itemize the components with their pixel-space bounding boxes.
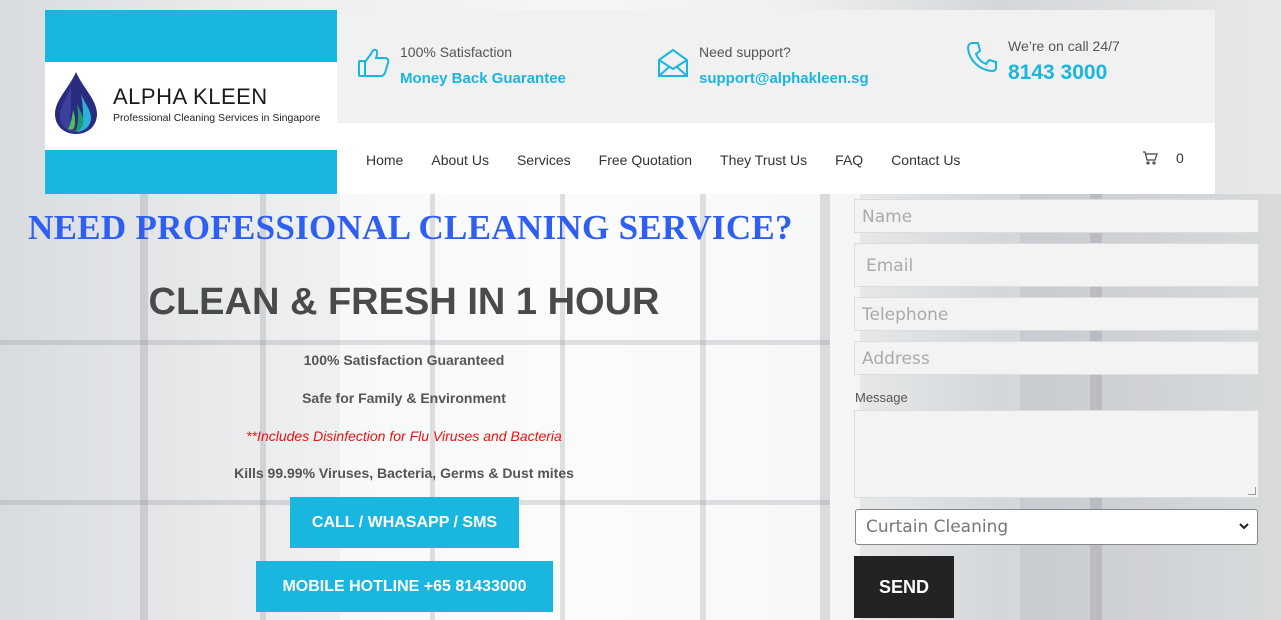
envelope-icon: [658, 48, 688, 77]
satisfaction-label: 100% Satisfaction: [400, 44, 513, 60]
hero-line-kills: Kills 99.99% Viruses, Bacteria, Germs & …: [234, 465, 574, 481]
service-select[interactable]: Curtain Cleaning: [855, 509, 1258, 545]
thumbs-up-icon: [358, 48, 390, 77]
support-label: Need support?: [699, 44, 791, 60]
cart-count: 0: [1176, 150, 1184, 166]
resize-handle-icon[interactable]: [1248, 487, 1256, 495]
name-input[interactable]: Name: [854, 199, 1259, 233]
call-whatsapp-sms-button[interactable]: CALL / WHASAPP / SMS: [290, 497, 519, 548]
nav-contact-us[interactable]: Contact Us: [891, 152, 960, 168]
logo-area[interactable]: ALPHA KLEEN Professional Cleaning Servic…: [45, 10, 337, 194]
nav-services[interactable]: Services: [517, 152, 571, 168]
header-info-bar: 100% Satisfaction Money Back Guarantee N…: [337, 10, 1215, 123]
call-label: We’re on call 24/7: [1008, 38, 1120, 54]
cart-button[interactable]: 0: [1142, 150, 1184, 166]
money-back-guarantee-text: Money Back Guarantee: [400, 70, 566, 87]
brand-name: ALPHA KLEEN: [113, 84, 268, 109]
hero-line-disinfection: **Includes Disinfection for Flu Viruses …: [246, 428, 562, 444]
message-label: Message: [855, 390, 908, 405]
hero-line-satisfaction: 100% Satisfaction Guaranteed: [303, 352, 505, 368]
hero-subhead: CLEAN & FRESH IN 1 HOUR: [148, 281, 660, 323]
nav-home[interactable]: Home: [366, 152, 403, 168]
send-button[interactable]: SEND: [854, 556, 954, 618]
water-drop-logo-icon: [55, 72, 97, 134]
email-input[interactable]: Email: [854, 243, 1259, 287]
main-navigation: Home About Us Services Free Quotation Th…: [337, 123, 1215, 194]
hero-headline: NEED PROFESSIONAL CLEANING SERVICE?: [28, 208, 793, 247]
logo-card[interactable]: ALPHA KLEEN Professional Cleaning Servic…: [45, 62, 337, 150]
nav-faq[interactable]: FAQ: [835, 152, 863, 168]
chevron-down-icon: [1239, 523, 1249, 530]
hero-line-safe: Safe for Family & Environment: [302, 390, 506, 406]
cart-icon: [1143, 151, 1158, 165]
phone-icon: [966, 42, 997, 73]
service-select-value: Curtain Cleaning: [866, 517, 1009, 537]
address-input[interactable]: Address: [854, 341, 1259, 375]
support-email-link[interactable]: support@alphakleen.sg: [699, 70, 869, 87]
message-textarea[interactable]: [854, 410, 1259, 498]
phone-number-link[interactable]: 8143 3000: [1008, 61, 1107, 85]
telephone-input[interactable]: Telephone: [854, 297, 1259, 331]
brand-tagline: Professional Cleaning Services in Singap…: [113, 112, 321, 124]
nav-they-trust-us[interactable]: They Trust Us: [720, 152, 807, 168]
mobile-hotline-button[interactable]: MOBILE HOTLINE +65 81433000: [256, 561, 553, 612]
nav-about-us[interactable]: About Us: [431, 152, 489, 168]
nav-free-quotation[interactable]: Free Quotation: [599, 152, 692, 168]
